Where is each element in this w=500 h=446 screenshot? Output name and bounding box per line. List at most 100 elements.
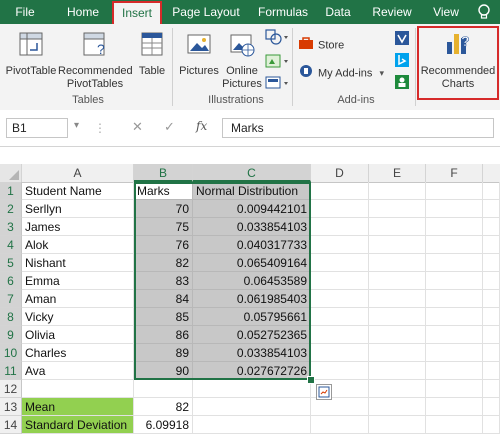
cell-b[interactable]: 6.09918 bbox=[134, 416, 193, 434]
online-pictures-button[interactable]: Online Pictures bbox=[222, 30, 262, 91]
cell-b[interactable]: 89 bbox=[134, 344, 193, 362]
cell-empty[interactable] bbox=[311, 236, 369, 254]
store-button[interactable]: Store bbox=[298, 36, 344, 52]
row-header[interactable]: 10 bbox=[0, 344, 22, 362]
row-header[interactable]: 9 bbox=[0, 326, 22, 344]
cell-empty[interactable] bbox=[483, 362, 500, 380]
cell-empty[interactable] bbox=[426, 200, 483, 218]
my-addins-dropdown-icon[interactable]: ▾ bbox=[379, 68, 384, 78]
cell-c[interactable]: 0.033854103 bbox=[193, 344, 311, 362]
cell-empty[interactable] bbox=[311, 290, 369, 308]
cell-a[interactable]: Olivia bbox=[22, 326, 134, 344]
cell-b[interactable]: 82 bbox=[134, 398, 193, 416]
enter-icon[interactable]: ✓ bbox=[164, 119, 175, 135]
cell-c[interactable]: 0.05795661 bbox=[193, 308, 311, 326]
lightbulb-icon[interactable] bbox=[476, 3, 492, 24]
cell-empty[interactable] bbox=[426, 272, 483, 290]
row-header[interactable]: 2 bbox=[0, 200, 22, 218]
recommended-charts-button[interactable]: ? Recommended Charts bbox=[419, 28, 497, 91]
cell-b[interactable]: 76 bbox=[134, 236, 193, 254]
cell-empty[interactable] bbox=[311, 182, 369, 200]
cell-empty[interactable] bbox=[369, 308, 426, 326]
tab-review[interactable]: Review bbox=[368, 0, 416, 24]
cell-empty[interactable] bbox=[426, 362, 483, 380]
fill-handle[interactable] bbox=[307, 376, 315, 384]
cell-a[interactable]: Mean bbox=[22, 398, 134, 416]
column-header-b[interactable]: B bbox=[134, 164, 193, 182]
row-header[interactable]: 13 bbox=[0, 398, 22, 416]
cell-empty[interactable] bbox=[311, 416, 369, 434]
cell-c[interactable]: 0.061985403 bbox=[193, 290, 311, 308]
pictures-button[interactable]: Pictures bbox=[176, 30, 222, 78]
cell-c[interactable] bbox=[193, 398, 311, 416]
row-header[interactable]: 3 bbox=[0, 218, 22, 236]
cell-empty[interactable] bbox=[369, 182, 426, 200]
cell-empty[interactable] bbox=[483, 236, 500, 254]
quick-analysis-button[interactable] bbox=[316, 384, 332, 400]
cell-empty[interactable] bbox=[483, 344, 500, 362]
cell-b[interactable]: Marks bbox=[134, 182, 193, 200]
formula-input[interactable]: Marks bbox=[222, 118, 494, 138]
people-graph-icon[interactable] bbox=[394, 74, 410, 93]
cell-empty[interactable] bbox=[311, 326, 369, 344]
cell-empty[interactable] bbox=[483, 416, 500, 434]
cell-a[interactable]: Student Name bbox=[22, 182, 134, 200]
column-header-f[interactable]: F bbox=[426, 164, 483, 182]
cell-empty[interactable] bbox=[483, 218, 500, 236]
cell-a[interactable]: James bbox=[22, 218, 134, 236]
cell-a[interactable]: Charles bbox=[22, 344, 134, 362]
tab-home[interactable]: Home bbox=[60, 0, 106, 24]
row-header[interactable]: 8 bbox=[0, 308, 22, 326]
cell-b[interactable]: 70 bbox=[134, 200, 193, 218]
cancel-icon[interactable]: ✕ bbox=[132, 119, 143, 135]
cell-empty[interactable] bbox=[426, 398, 483, 416]
name-box-dropdown-icon[interactable]: ▾ bbox=[74, 120, 79, 131]
cell-empty[interactable] bbox=[483, 254, 500, 272]
cell-empty[interactable] bbox=[369, 344, 426, 362]
cell-b[interactable] bbox=[134, 380, 193, 398]
cell-empty[interactable] bbox=[369, 218, 426, 236]
cell-empty[interactable] bbox=[483, 290, 500, 308]
cell-empty[interactable] bbox=[369, 236, 426, 254]
cell-empty[interactable] bbox=[483, 272, 500, 290]
select-all-corner[interactable] bbox=[0, 164, 22, 182]
row-header[interactable]: 11 bbox=[0, 362, 22, 380]
row-header[interactable]: 5 bbox=[0, 254, 22, 272]
cell-empty[interactable] bbox=[426, 380, 483, 398]
cell-empty[interactable] bbox=[426, 344, 483, 362]
insert-function-icon[interactable]: fx bbox=[196, 119, 207, 133]
cell-b[interactable]: 82 bbox=[134, 254, 193, 272]
column-header-d[interactable]: D bbox=[311, 164, 369, 182]
cell-empty[interactable] bbox=[426, 182, 483, 200]
row-header[interactable]: 7 bbox=[0, 290, 22, 308]
cell-c[interactable]: 0.027672726 bbox=[193, 362, 311, 380]
recommended-pivottables-button[interactable]: ? Recommended PivotTables bbox=[58, 30, 133, 91]
cell-empty[interactable] bbox=[311, 344, 369, 362]
cell-b[interactable]: 75 bbox=[134, 218, 193, 236]
cell-empty[interactable] bbox=[426, 308, 483, 326]
name-box[interactable]: B1 bbox=[6, 118, 68, 138]
cell-c[interactable]: 0.033854103 bbox=[193, 218, 311, 236]
cell-b[interactable]: 86 bbox=[134, 326, 193, 344]
cell-empty[interactable] bbox=[311, 254, 369, 272]
tab-data[interactable]: Data bbox=[320, 0, 356, 24]
smartart-icon[interactable] bbox=[264, 52, 290, 73]
row-header[interactable]: 12 bbox=[0, 380, 22, 398]
cell-c[interactable] bbox=[193, 416, 311, 434]
row-header[interactable]: 4 bbox=[0, 236, 22, 254]
screenshot-icon[interactable] bbox=[264, 74, 290, 95]
cell-a[interactable]: Emma bbox=[22, 272, 134, 290]
cell-a[interactable]: Aman bbox=[22, 290, 134, 308]
cell-empty[interactable] bbox=[426, 236, 483, 254]
cell-empty[interactable] bbox=[369, 272, 426, 290]
cell-empty[interactable] bbox=[311, 272, 369, 290]
row-header[interactable]: 6 bbox=[0, 272, 22, 290]
cell-c[interactable]: Normal Distribution bbox=[193, 182, 311, 200]
bing-maps-icon[interactable] bbox=[394, 52, 410, 71]
cell-empty[interactable] bbox=[311, 218, 369, 236]
cell-empty[interactable] bbox=[483, 326, 500, 344]
cell-a[interactable] bbox=[22, 380, 134, 398]
row-header[interactable]: 1 bbox=[0, 182, 22, 200]
cell-empty[interactable] bbox=[369, 380, 426, 398]
cell-c[interactable]: 0.009442101 bbox=[193, 200, 311, 218]
